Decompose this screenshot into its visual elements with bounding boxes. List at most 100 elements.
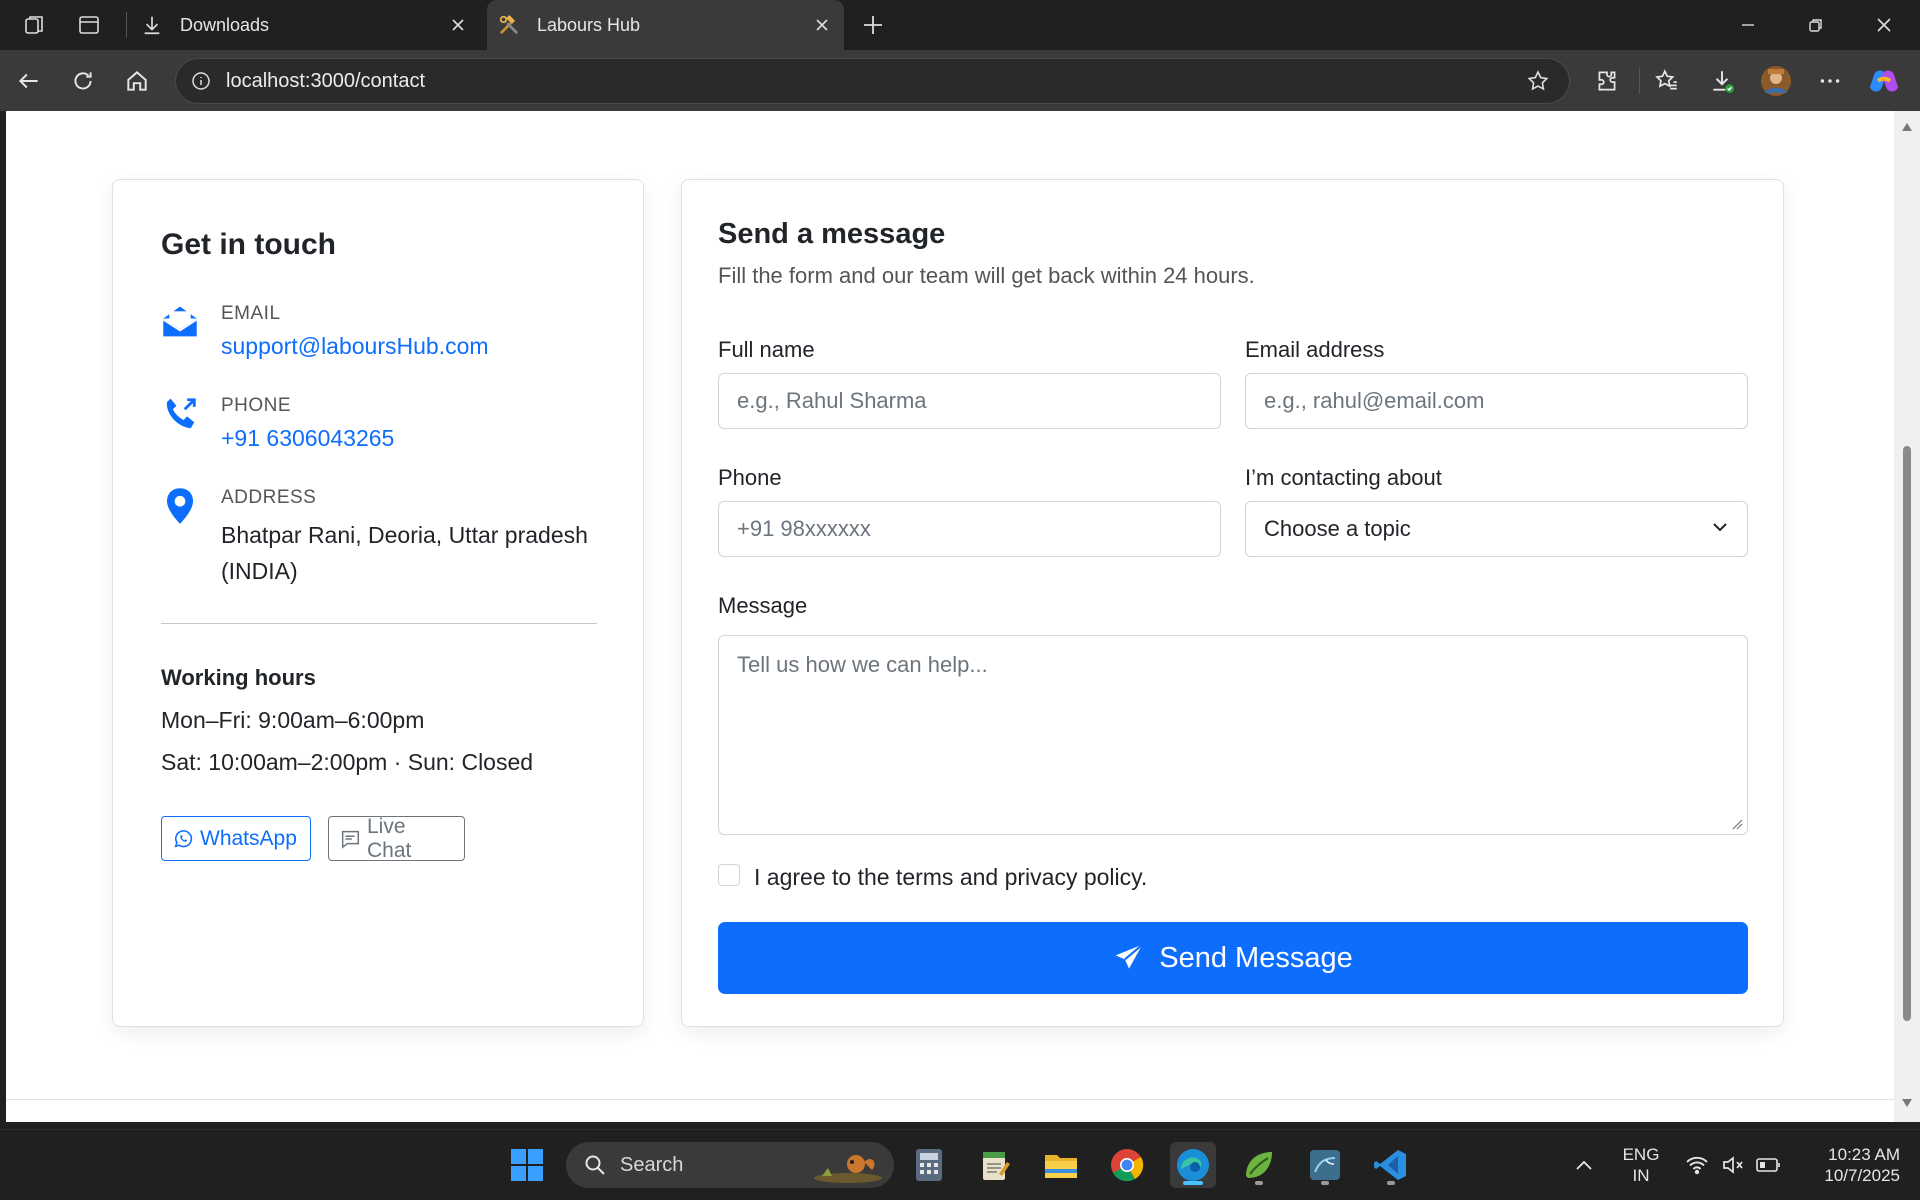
tab-separator [126, 12, 127, 38]
favorite-star-icon[interactable] [1523, 66, 1553, 96]
profile-avatar[interactable] [1759, 64, 1793, 98]
tab-labours-hub[interactable]: Labours Hub [487, 0, 844, 50]
phone-input[interactable]: +91 98xxxxxx [718, 501, 1221, 557]
scroll-up-icon[interactable] [1901, 121, 1913, 133]
browser-tab-strip: Downloads Labours Hub [0, 0, 1920, 50]
footer-divider [6, 1099, 1894, 1100]
favorites-icon[interactable] [1650, 64, 1684, 98]
full-name-placeholder: e.g., Rahul Sharma [737, 388, 927, 413]
calculator-app[interactable] [906, 1142, 952, 1188]
address-value: Bhatpar Rani, Deoria, Uttar pradesh (IND… [221, 522, 588, 584]
clock-date: 10/7/2025 [1824, 1166, 1900, 1185]
message-form-card: Send a message Fill the form and our tea… [681, 179, 1784, 1027]
back-button[interactable] [12, 64, 46, 98]
more-options-icon[interactable] [1813, 64, 1847, 98]
resize-grip-icon[interactable] [1731, 818, 1743, 830]
page-viewport: Get in touch EMAIL support@laboursHub.co… [6, 111, 1894, 1122]
agree-label[interactable]: I agree to the terms and privacy policy. [754, 864, 1147, 891]
tab-downloads[interactable]: Downloads [130, 0, 480, 50]
spring-tool-app[interactable] [1236, 1142, 1282, 1188]
close-tab-icon[interactable] [810, 13, 834, 37]
email-placeholder: e.g., rahul@email.com [1264, 388, 1485, 413]
send-message-label: Send Message [1159, 941, 1353, 974]
contact-email-row: EMAIL support@laboursHub.com [161, 303, 601, 363]
active-indicator [1183, 1181, 1203, 1185]
edge-app[interactable] [1170, 1142, 1216, 1188]
search-icon [582, 1152, 608, 1178]
topic-label: I’m contacting about [1245, 465, 1442, 490]
file-explorer-app[interactable] [1038, 1142, 1084, 1188]
chrome-app[interactable] [1104, 1142, 1150, 1188]
live-chat-button[interactable]: Live Chat [328, 815, 465, 862]
tab-title: Downloads [180, 14, 270, 35]
new-tab-button[interactable] [858, 10, 888, 40]
close-window-button[interactable] [1864, 10, 1904, 40]
extensions-icon[interactable] [1590, 64, 1624, 98]
agree-checkbox[interactable] [718, 864, 740, 886]
restore-button[interactable] [1796, 10, 1836, 40]
taskbar-search[interactable]: Search [566, 1142, 894, 1188]
whatsapp-label: WhatsApp [200, 826, 297, 850]
address-label: ADDRESS [221, 487, 317, 508]
site-info-icon[interactable] [188, 68, 214, 94]
message-label: Message [718, 593, 808, 618]
taskbar-top-gap [0, 1122, 1920, 1129]
search-label: Search [620, 1153, 684, 1176]
search-highlight-icon [814, 1155, 882, 1183]
lang-line-2: IN [1632, 1166, 1650, 1185]
notepad-app[interactable] [972, 1142, 1018, 1188]
home-button[interactable] [120, 64, 154, 98]
phone-icon [161, 395, 199, 433]
phone-label: PHONE [221, 395, 292, 416]
send-message-button[interactable]: Send Message [718, 922, 1748, 994]
page-scrollbar[interactable] [1894, 111, 1920, 1122]
minimize-button[interactable] [1728, 10, 1768, 40]
toolbar-separator [1639, 68, 1640, 94]
email-label: EMAIL [221, 303, 281, 324]
form-heading: Send a message [718, 218, 946, 250]
whatsapp-button[interactable]: WhatsApp [161, 816, 311, 861]
chevron-down-icon [1711, 516, 1729, 542]
email-address-label: Email address [1245, 337, 1385, 362]
volume-muted-icon[interactable] [1720, 1148, 1746, 1182]
tab-title: Labours Hub [537, 14, 641, 35]
contact-phone-row: PHONE +91 6306043265 [161, 395, 601, 455]
scroll-thumb[interactable] [1903, 446, 1911, 1021]
map-pin-icon [161, 487, 199, 525]
close-tab-icon[interactable] [446, 13, 470, 37]
running-indicator [1255, 1181, 1263, 1185]
send-icon [1113, 942, 1145, 974]
lang-line-1: ENG [1622, 1145, 1660, 1164]
clock-time: 10:23 AM [1828, 1145, 1900, 1164]
battery-icon[interactable] [1756, 1148, 1782, 1182]
email-link[interactable]: support@laboursHub.com [221, 333, 489, 360]
topic-select[interactable]: Choose a topic [1245, 501, 1748, 557]
contact-address-row: ADDRESS Bhatpar Rani, Deoria, Uttar prad… [161, 487, 601, 597]
hours-weekday: Mon–Fri: 9:00am–6:00pm [161, 707, 425, 733]
downloads-icon[interactable] [1705, 64, 1739, 98]
full-name-input[interactable]: e.g., Rahul Sharma [718, 373, 1221, 429]
input-language[interactable]: ENG IN [1618, 1144, 1664, 1186]
wifi-icon[interactable] [1684, 1148, 1710, 1182]
address-bar[interactable]: localhost:3000/contact [175, 58, 1570, 104]
url-text[interactable]: localhost:3000/contact [226, 70, 1523, 93]
form-subtitle: Fill the form and our team will get back… [718, 263, 1255, 288]
hammer-wrench-icon [497, 13, 521, 37]
workspaces-icon[interactable] [22, 12, 48, 38]
chat-icon [339, 828, 361, 850]
message-placeholder: Tell us how we can help... [737, 652, 988, 677]
show-hidden-icons-icon[interactable] [1572, 1148, 1596, 1182]
message-textarea[interactable]: Tell us how we can help... [718, 635, 1748, 835]
start-button[interactable] [504, 1142, 550, 1188]
copilot-icon[interactable] [1867, 64, 1901, 98]
vertical-tabs-icon[interactable] [76, 12, 102, 38]
refresh-button[interactable] [66, 64, 100, 98]
system-clock[interactable]: 10:23 AM 10/7/2025 [1800, 1144, 1900, 1186]
vscode-app[interactable] [1368, 1142, 1414, 1188]
phone-link[interactable]: +91 6306043265 [221, 425, 394, 452]
phone-placeholder: +91 98xxxxxx [737, 516, 871, 541]
mysql-workbench-app[interactable] [1302, 1142, 1348, 1188]
email-address-input[interactable]: e.g., rahul@email.com [1245, 373, 1748, 429]
scroll-down-icon[interactable] [1901, 1097, 1913, 1109]
topic-selected-value: Choose a topic [1264, 516, 1411, 541]
